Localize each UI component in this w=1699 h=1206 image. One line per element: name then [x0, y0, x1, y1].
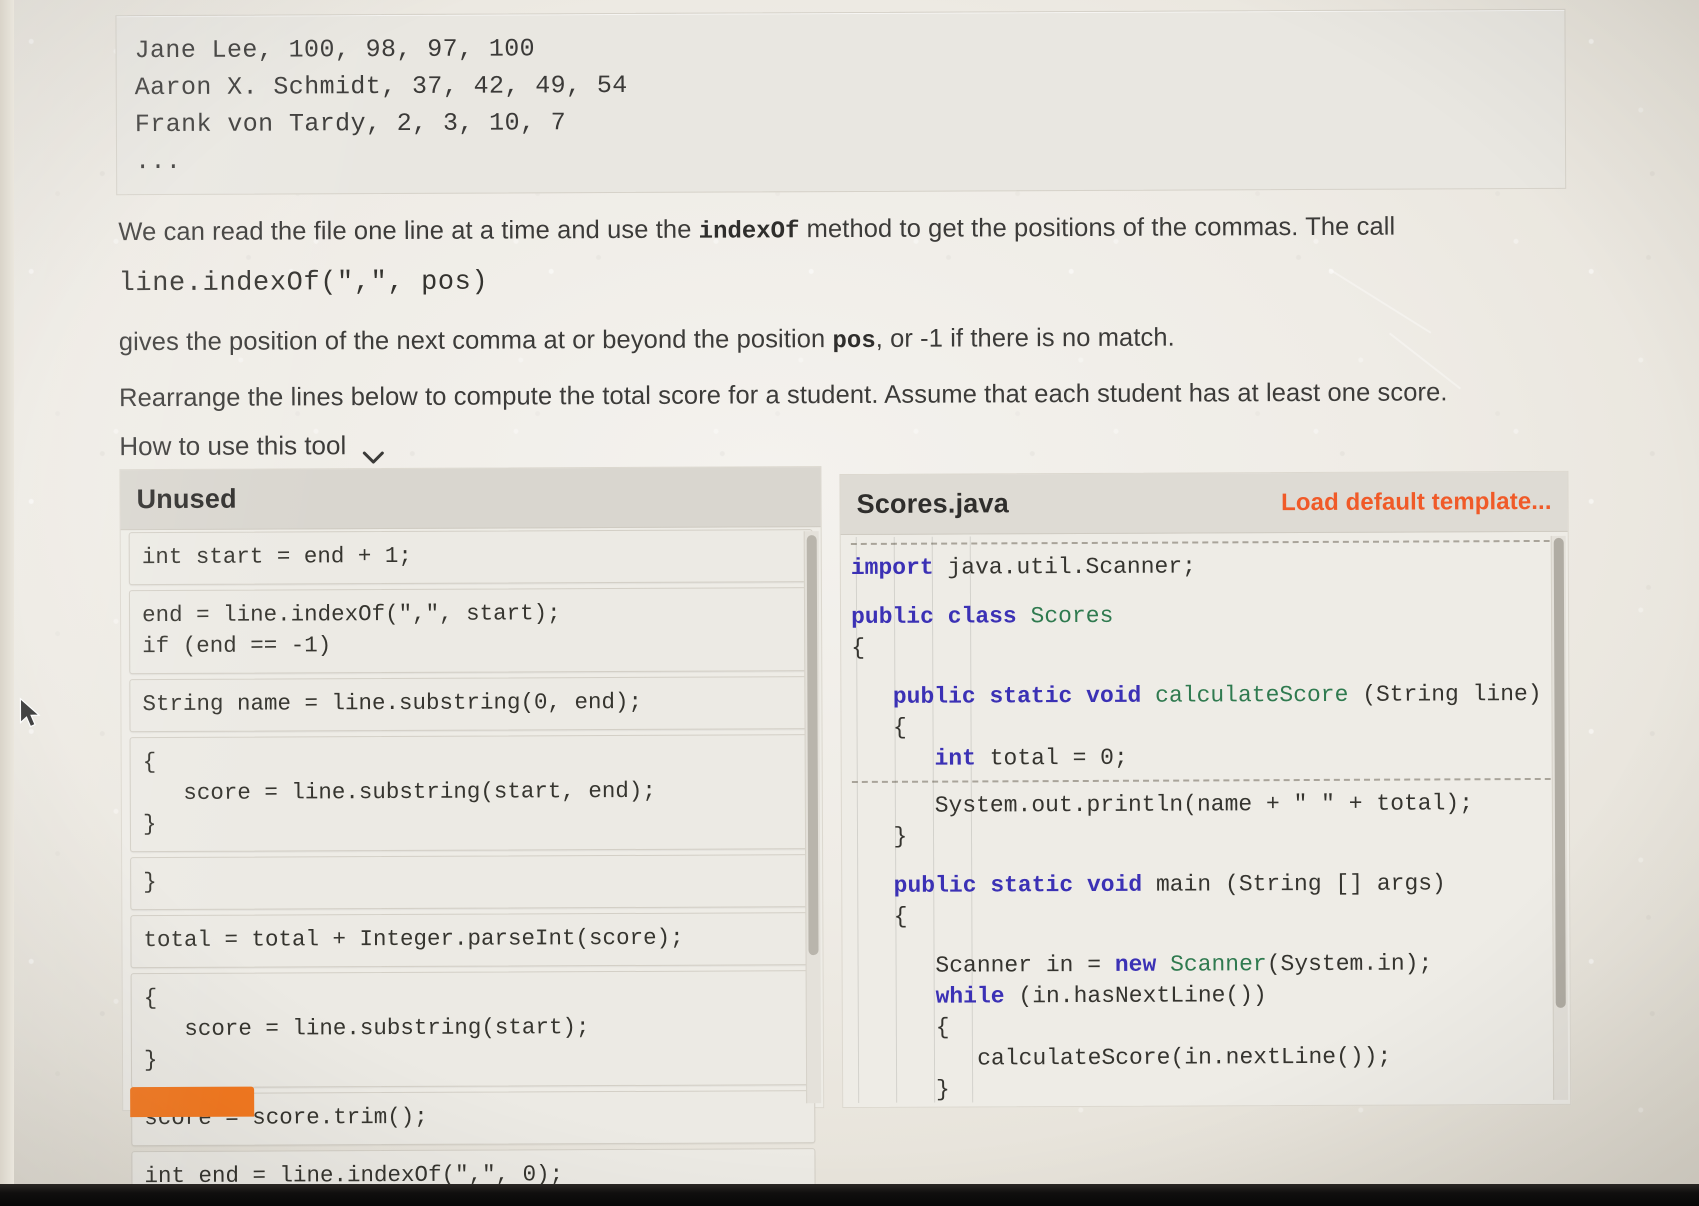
code-line: { — [852, 903, 908, 930]
sample-line: ... — [135, 146, 182, 177]
code-line: public static void main (String [] args) — [893, 870, 1446, 899]
unused-scrollbar-thumb[interactable] — [806, 535, 819, 956]
paragraph-instructions: Rearrange the lines below to compute the… — [119, 378, 1448, 413]
code-line: import java.util.Scanner; — [850, 553, 1196, 581]
submit-button[interactable] — [130, 1086, 255, 1118]
code-line: } — [853, 1076, 950, 1103]
p1-before: We can read the file one line at a time … — [118, 215, 699, 247]
paragraph-indexof-intro: We can read the file one line at a time … — [118, 209, 1448, 251]
load-default-template-link[interactable]: Load default template... — [1281, 487, 1552, 516]
solution-file-name: Scores.java — [856, 488, 1009, 519]
sample-line: Frank von Tardy, 2, 3, 10, 7 — [134, 108, 567, 140]
call-example-code: line.indexOf(",", pos) — [118, 267, 489, 300]
code-line: { — [851, 714, 907, 741]
unused-code-tile[interactable]: end = line.indexOf(",", start); if (end … — [128, 587, 814, 675]
chevron-down-icon — [362, 441, 384, 464]
left-bezel — [0, 0, 14, 1206]
code-line: public static void calculateScore (Strin… — [892, 680, 1542, 710]
code-line: Scanner in = new Scanner(System.in); — [852, 950, 1433, 979]
unused-panel-header: Unused — [120, 467, 821, 531]
unused-code-tile[interactable]: int start = end + 1; — [128, 529, 813, 586]
sample-data-lines: Jane Lee, 100, 98, 97, 100 Aaron X. Schm… — [116, 10, 1565, 180]
paragraph-position-explanation: gives the position of the next comma at … — [119, 319, 1449, 361]
unused-panel: Unused int start = end + 1; end = line.in… — [119, 466, 825, 1205]
code-line: { — [851, 634, 866, 661]
solution-editor-panel: Scores.java Load default template... imp… — [839, 470, 1572, 1109]
code-line: while (in.hasNextLine()) — [935, 982, 1267, 1010]
solution-panel-header: Scores.java Load default template... — [840, 471, 1568, 536]
unused-code-tile[interactable]: total = total + Integer.parseInt(score); — [130, 912, 815, 969]
sample-line: Jane Lee, 100, 98, 97, 100 — [134, 34, 536, 66]
sample-data-box: Jane Lee, 100, 98, 97, 100 Aaron X. Schm… — [115, 8, 1567, 196]
p1-inline-code: indexOf — [698, 218, 800, 246]
unused-code-tile[interactable]: { score = line.substring(start, end); } — [129, 734, 815, 853]
drop-zone[interactable] — [850, 539, 1550, 545]
bottom-bezel — [0, 1184, 1699, 1206]
screen-content: Jane Lee, 100, 98, 97, 100 Aaron X. Schm… — [0, 0, 1699, 1206]
unused-scrollbar[interactable] — [803, 531, 822, 1104]
how-to-use-this-tool-toggle[interactable]: How to use this tool — [119, 430, 384, 464]
photographed-screen: Jane Lee, 100, 98, 97, 100 Aaron X. Schm… — [0, 0, 1699, 1206]
how-to-use-label: How to use this tool — [119, 430, 347, 462]
code-line: } — [851, 823, 908, 850]
editor-scrollbar[interactable] — [1550, 535, 1569, 1100]
p2-before: gives the position of the next comma at … — [118, 325, 833, 357]
unused-code-tile[interactable]: String name = line.substring(0, end); — [129, 676, 814, 733]
code-line: { — [852, 1014, 950, 1041]
code-editor-area[interactable]: import java.util.Scanner; public class Sc… — [850, 534, 1552, 1103]
unused-panel-title: Unused — [136, 483, 237, 515]
code-line: System.out.println(name + " " + total); — [851, 790, 1474, 819]
editor-code-lines: import java.util.Scanner; public class Sc… — [850, 539, 1552, 1103]
sample-line: Aaron X. Schmidt, 37, 42, 49, 54 — [134, 70, 628, 103]
code-line: calculateScore(in.nextLine()); — [852, 1043, 1392, 1072]
mouse-pointer-icon — [18, 697, 44, 732]
p1-after: method to get the positions of the comma… — [799, 212, 1396, 244]
drop-zone[interactable] — [851, 777, 1551, 783]
unused-code-tile[interactable]: } — [130, 854, 815, 911]
p2-after: , or -1 if there is no match. — [875, 323, 1175, 353]
code-line: public class Scores — [851, 602, 1114, 630]
editor-scrollbar-thumb[interactable] — [1553, 537, 1566, 1008]
code-line: int total = 0; — [934, 744, 1128, 772]
p2-inline-code: pos — [832, 327, 876, 356]
unused-code-tile[interactable]: { score = line.substring(start); } — [130, 970, 816, 1089]
